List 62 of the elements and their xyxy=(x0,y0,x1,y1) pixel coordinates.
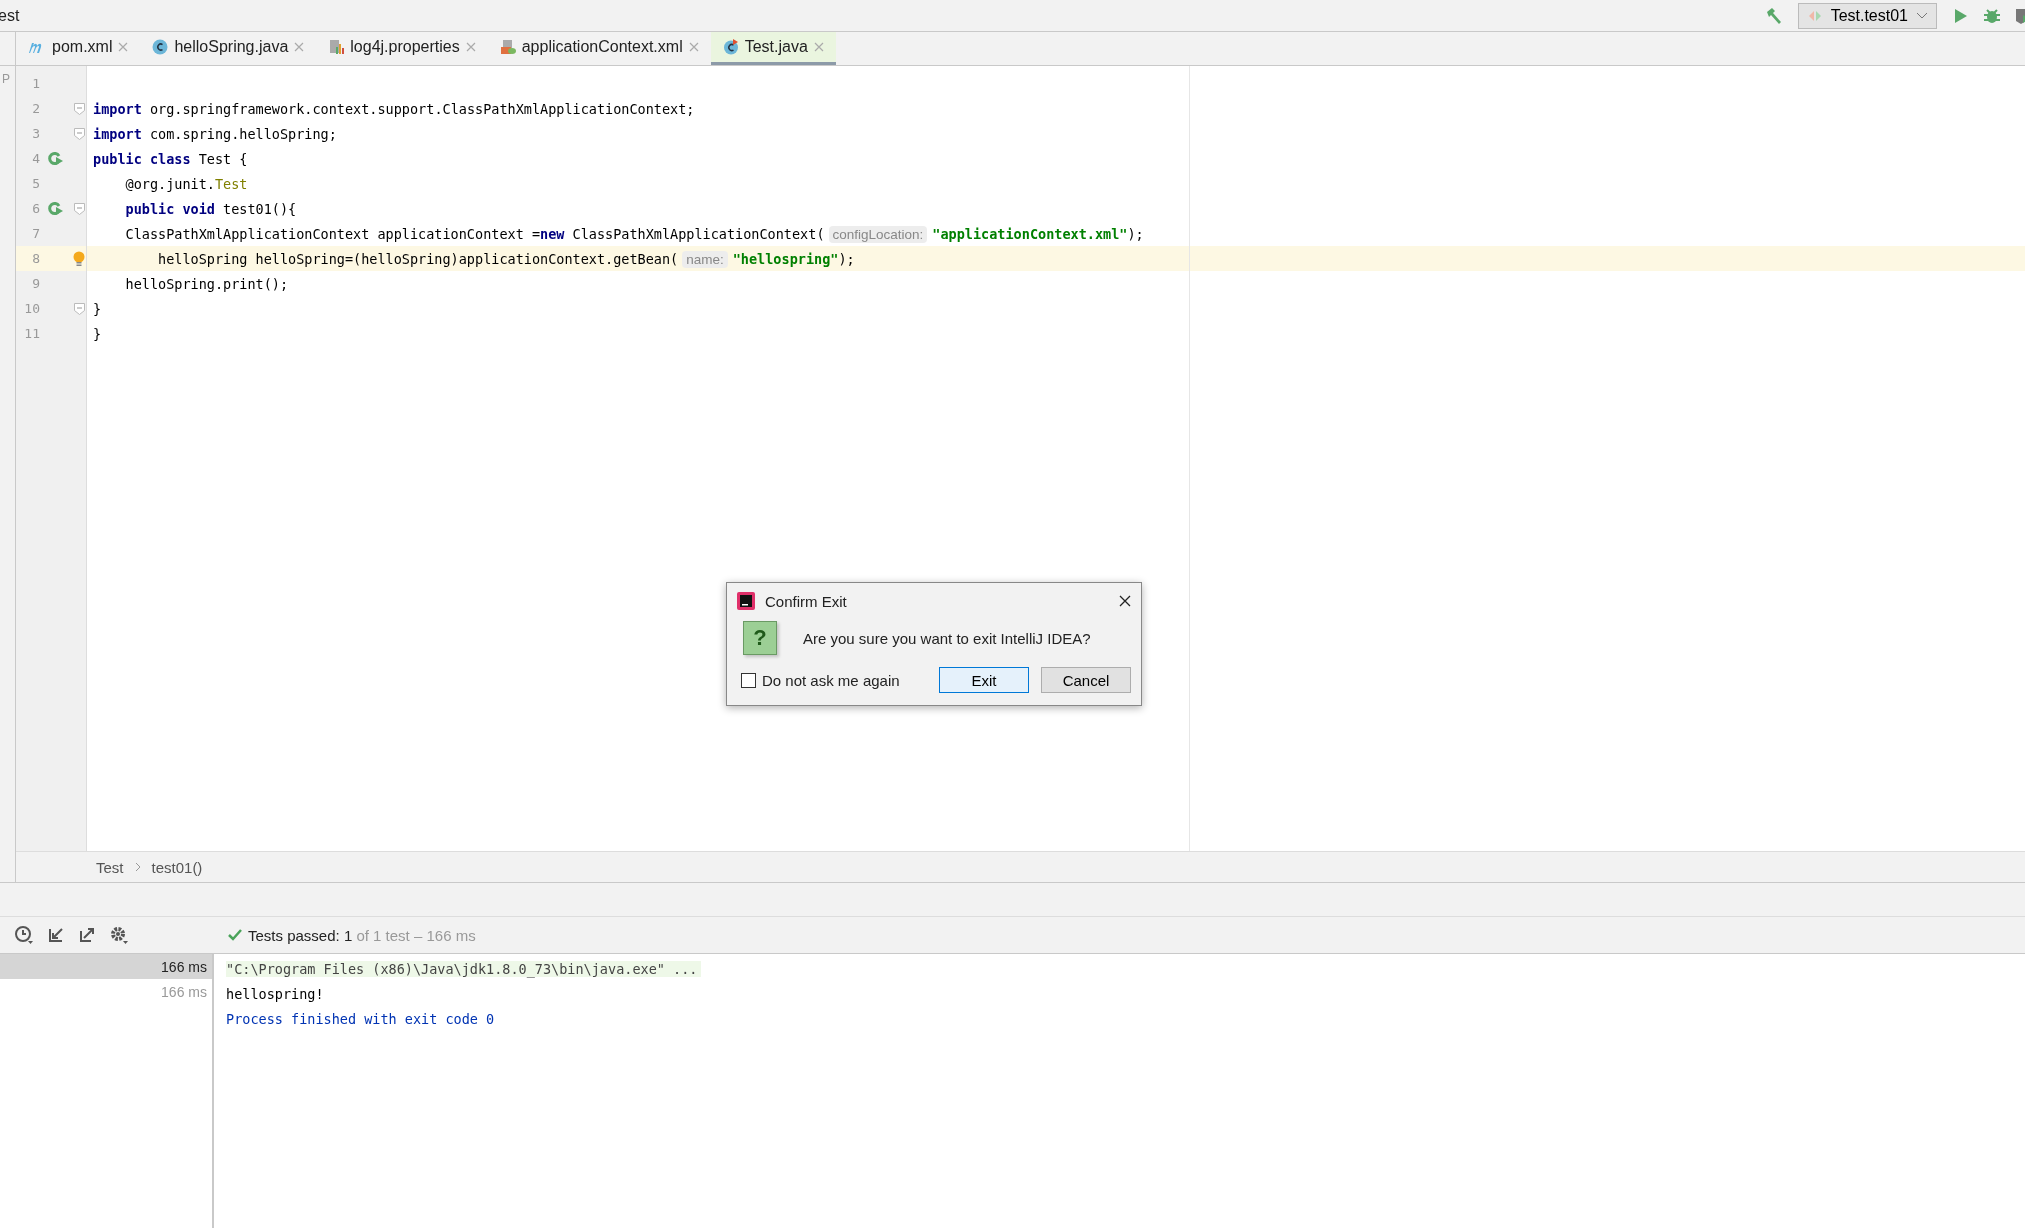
line-number: 8 xyxy=(31,251,40,266)
code-line: helloSpring.print(); xyxy=(124,275,289,292)
breadcrumb-item[interactable]: test01() xyxy=(151,858,203,876)
chevron-icon xyxy=(133,862,142,872)
bug-icon[interactable] xyxy=(1983,6,2001,25)
code-line: import com.spring.helloSpring; xyxy=(93,125,337,142)
line-number: 2 xyxy=(31,101,40,116)
code-line: @org.junit.Test xyxy=(124,175,248,192)
editor-tab[interactable]: log4j.properties xyxy=(316,32,488,65)
code-line: ClassPathXmlApplicationContext applicationContext =new ClassPathXmlApplicationContext( configLocation: "applicationContext.xml"); xyxy=(124,225,1144,242)
app-logo-icon xyxy=(737,592,755,610)
code-line: } xyxy=(93,300,102,317)
line-number: 7 xyxy=(31,226,40,241)
class-file-icon xyxy=(152,39,169,55)
run-configuration-dropdown[interactable]: Test.test01 xyxy=(1797,2,1937,29)
console-line: hellospring! xyxy=(226,985,324,1002)
line-number: 1 xyxy=(31,76,40,91)
do-not-ask-checkbox[interactable]: Do not ask me again xyxy=(741,671,900,689)
test-status: Tests passed: 1 of 1 test – 166 ms xyxy=(248,926,476,944)
fold-icon[interactable] xyxy=(73,302,85,315)
line-number: 4 xyxy=(31,151,40,166)
history-icon[interactable] xyxy=(14,925,34,945)
run-test-icon[interactable] xyxy=(48,151,64,166)
xml-file-icon xyxy=(499,39,516,55)
import-icon[interactable] xyxy=(47,926,65,944)
code-line: helloSpring helloSpring=(helloSpring)applicationContext.getBean( name: "hellospring"); xyxy=(157,250,855,267)
fold-icon[interactable] xyxy=(73,202,85,215)
run-test-icon[interactable] xyxy=(48,201,64,216)
code-line: public void test01(){ xyxy=(124,200,297,217)
line-number: 11 xyxy=(23,326,40,341)
dropdown-caret-icon xyxy=(1916,11,1928,20)
line-number: 5 xyxy=(31,176,40,191)
line-number: 9 xyxy=(31,276,40,291)
code-line: import org.springframework.context.support.ClassPathXmlApplicationContext; xyxy=(93,100,695,117)
settings-icon[interactable] xyxy=(109,925,129,945)
editor-tab[interactable]: applicationContext.xml xyxy=(487,32,711,65)
editor-tab[interactable]: pom.xml xyxy=(16,32,141,65)
test-tree-row[interactable]: 166 ms xyxy=(0,954,212,979)
dialog-button[interactable]: Exit xyxy=(939,667,1029,693)
dialog-button[interactable]: Cancel xyxy=(1041,667,1131,693)
coverage-icon[interactable] xyxy=(2015,6,2025,25)
side-panel-label: P xyxy=(2,72,10,86)
code-line: } xyxy=(93,325,102,342)
breadcrumb-item[interactable]: Test xyxy=(96,858,124,876)
line-number: 6 xyxy=(31,201,40,216)
question-icon: ? xyxy=(743,621,777,655)
dialog-title: Confirm Exit xyxy=(765,592,848,610)
lightbulb-icon[interactable] xyxy=(73,250,85,267)
test-class-icon xyxy=(722,39,739,55)
editor-tab[interactable]: helloSpring.java xyxy=(140,32,317,65)
code-line: public class Test { xyxy=(93,150,248,167)
dialog-message: Are you sure you want to exit IntelliJ IDEA? xyxy=(803,629,1091,647)
line-number: 10 xyxy=(23,301,40,316)
properties-file-icon xyxy=(328,39,345,55)
check-icon xyxy=(228,929,242,941)
editor-tab[interactable]: Test.java xyxy=(710,32,836,65)
line-number: 3 xyxy=(31,126,40,141)
console-line: Process finished with exit code 0 xyxy=(226,1010,495,1027)
fold-icon[interactable] xyxy=(73,127,85,140)
fold-icon[interactable] xyxy=(73,102,85,115)
export-icon[interactable] xyxy=(78,926,96,944)
close-icon[interactable] xyxy=(1119,595,1131,607)
